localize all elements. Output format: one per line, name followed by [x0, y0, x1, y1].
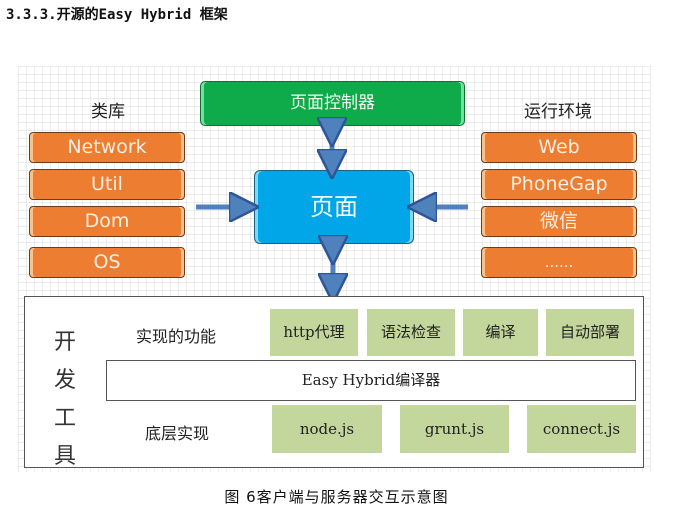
underlying-box-connect: connect.js [527, 405, 636, 453]
dev-tools-title: 开 发 工 具 [52, 324, 78, 476]
feature-box-http-proxy: http代理 [270, 309, 358, 356]
dev-tools-title-char: 开 [53, 330, 76, 355]
underlying-box-grunt: grunt.js [400, 405, 509, 453]
compiler-bar: Easy Hybrid编译器 [106, 360, 636, 401]
feature-box-lint: 语法检查 [367, 309, 455, 356]
dev-tools-title-char: 工 [53, 406, 76, 431]
underlying-box-node: node.js [272, 405, 382, 453]
underlying-label: 底层实现 [145, 424, 210, 443]
figure-caption: 图 6客户端与服务器交互示意图 [224, 488, 449, 506]
features-label: 实现的功能 [136, 327, 217, 346]
feature-box-compile: 编译 [463, 309, 538, 356]
feature-box-auto-deploy: 自动部署 [546, 309, 634, 356]
dev-tools-title-char: 具 [53, 444, 76, 469]
dev-tools-title-char: 发 [53, 368, 76, 393]
